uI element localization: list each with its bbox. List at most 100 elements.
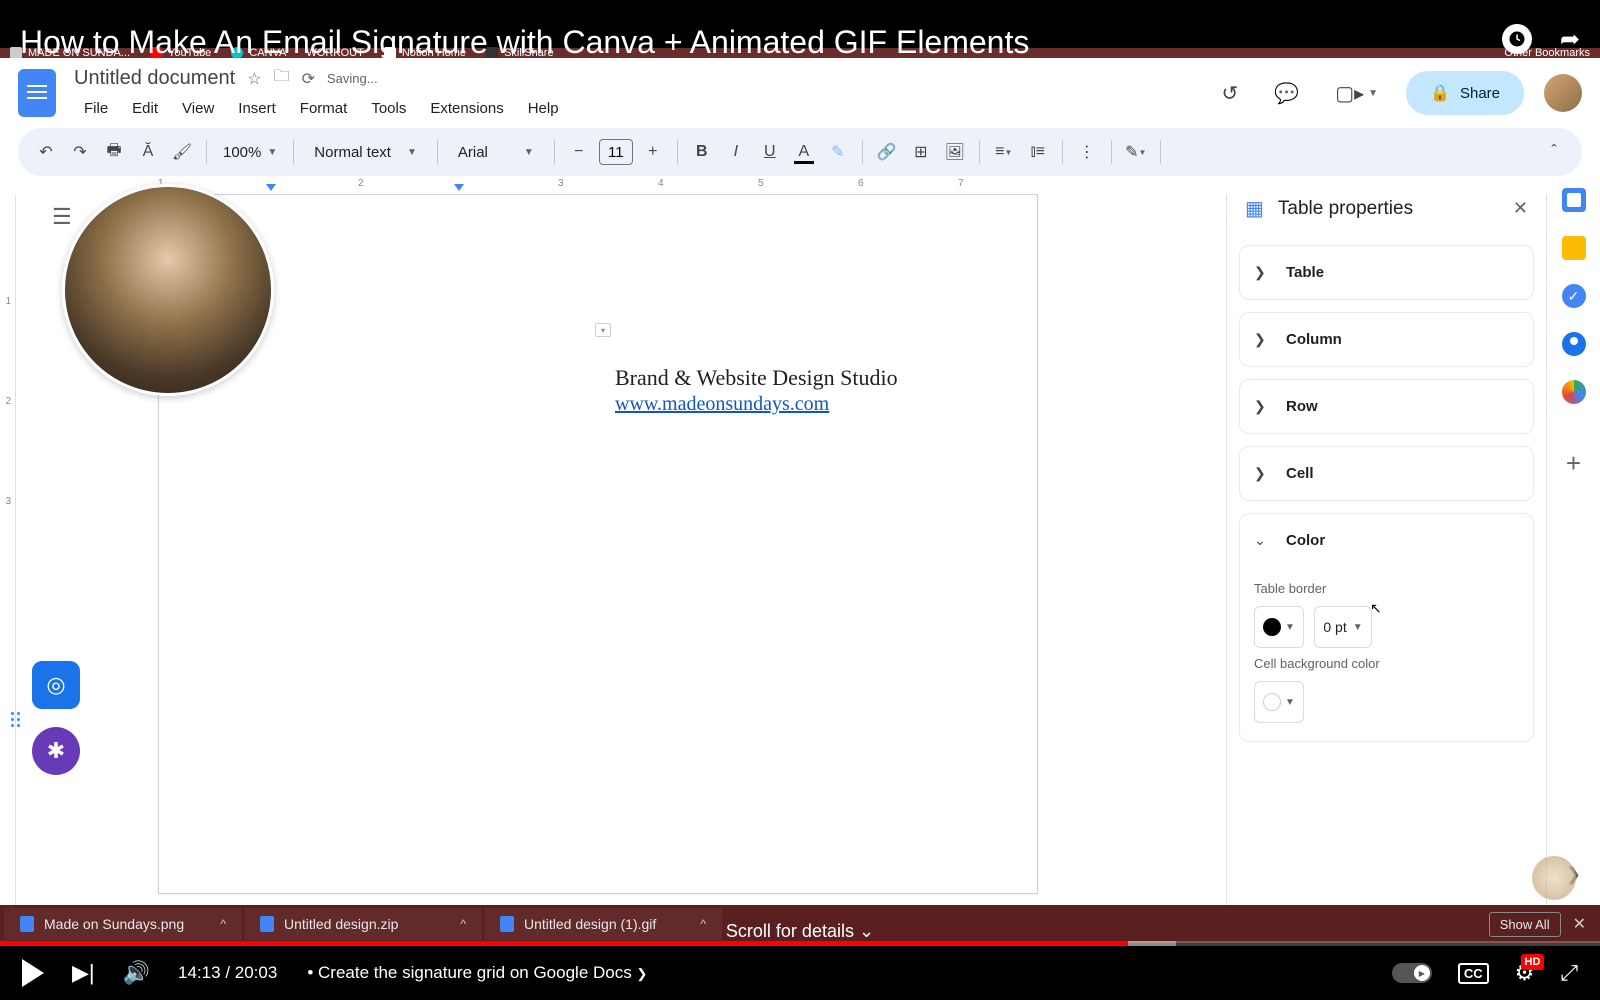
autoplay-toggle[interactable] <box>1392 963 1432 983</box>
decrease-font-button[interactable]: − <box>565 138 593 166</box>
cell-bg-label: Cell background color <box>1254 656 1519 671</box>
docs-logo-icon[interactable] <box>18 69 56 117</box>
download-item[interactable]: Made on Sundays.png^ <box>4 908 242 940</box>
panel-title: Table properties <box>1278 198 1499 220</box>
explore-button[interactable]: ◎ <box>32 661 80 709</box>
increase-font-button[interactable]: + <box>639 138 667 166</box>
signature-link[interactable]: www.madeonsundays.com <box>615 393 829 415</box>
share-icon[interactable]: ➦ <box>1560 25 1580 54</box>
share-button[interactable]: 🔒 Share <box>1406 71 1524 115</box>
contacts-icon[interactable] <box>1562 332 1586 356</box>
menu-file[interactable]: File <box>74 96 118 121</box>
bold-button[interactable]: B <box>688 138 716 166</box>
menu-view[interactable]: View <box>172 96 224 121</box>
drag-handle-icon[interactable] <box>11 712 20 727</box>
editing-mode-button[interactable]: ✎ ▼ <box>1122 138 1150 166</box>
collapse-toolbar-button[interactable]: ˆ <box>1540 138 1568 166</box>
chevron-right-icon: ❯ <box>1254 264 1272 281</box>
paragraph-style-dropdown[interactable]: Normal text ▼ <box>304 144 427 161</box>
insert-image-button[interactable]: 🖼 <box>941 138 969 166</box>
tasks-icon[interactable] <box>1562 284 1586 308</box>
calendar-icon[interactable] <box>1562 188 1586 212</box>
section-table[interactable]: ❯ Table <box>1240 246 1533 299</box>
document-page[interactable]: ▾ Brand & Website Design Studio www.made… <box>158 194 1038 894</box>
comments-icon[interactable]: 💬 <box>1266 73 1307 114</box>
star-icon[interactable]: ☆ <box>247 69 261 89</box>
underline-button[interactable]: U <box>756 138 784 166</box>
outline-toggle-icon[interactable]: ☰ <box>52 204 72 230</box>
close-downloads-bar[interactable]: ✕ <box>1563 914 1596 934</box>
vertical-ruler[interactable]: 1 2 3 <box>0 176 18 905</box>
show-all-downloads[interactable]: Show All <box>1489 912 1561 937</box>
font-dropdown[interactable]: Arial ▼ <box>448 144 544 161</box>
chevron-down-icon: ⌄ <box>859 921 874 941</box>
file-icon <box>500 916 514 932</box>
settings-button[interactable]: ⚙HD <box>1515 960 1535 986</box>
close-panel-button[interactable]: ✕ <box>1513 198 1528 219</box>
history-icon[interactable]: ↺ <box>1214 73 1247 114</box>
cloud-status-icon[interactable]: ⟳ <box>302 69 315 89</box>
lock-icon: 🔒 <box>1430 83 1450 103</box>
share-label: Share <box>1460 85 1500 102</box>
watch-later-icon[interactable] <box>1502 24 1532 54</box>
zoom-dropdown[interactable]: 100% ▼ <box>217 144 283 161</box>
assistant-button[interactable]: ✱ <box>32 727 80 775</box>
section-color[interactable]: ⌄ Color <box>1240 514 1533 567</box>
insert-link-button[interactable]: 🔗 <box>873 138 901 166</box>
redo-button[interactable]: ↷ <box>66 138 94 166</box>
border-color-dropdown[interactable]: ▼ <box>1254 606 1304 648</box>
print-button[interactable]: 🖶 <box>100 138 128 166</box>
italic-button[interactable]: I <box>722 138 750 166</box>
undo-button[interactable]: ↶ <box>32 138 60 166</box>
table-icon: ▦ <box>1245 196 1264 221</box>
border-width-dropdown[interactable]: 0 pt▼ <box>1314 606 1372 648</box>
presenter-webcam <box>62 184 274 396</box>
maps-icon[interactable] <box>1562 380 1586 404</box>
next-button[interactable]: ▶| <box>72 960 95 986</box>
section-column[interactable]: ❯ Column <box>1240 313 1533 366</box>
add-addon-icon[interactable]: + <box>1566 448 1581 479</box>
meet-button[interactable]: ▢▸ ▼ <box>1327 73 1386 114</box>
menu-extensions[interactable]: Extensions <box>420 96 513 121</box>
text-color-button[interactable]: A <box>790 138 818 166</box>
table-properties-panel: ▦ Table properties ✕ ❯ Table ❯ Column ❯ <box>1226 176 1546 905</box>
toolbar: ↶ ↷ 🖶 Ă 🖌 100% ▼ Normal text ▼ Arial ▼ −… <box>18 128 1582 176</box>
line-spacing-button[interactable]: ⫾≡ <box>1024 138 1052 166</box>
chevron-up-icon[interactable]: ^ <box>700 917 706 931</box>
section-row[interactable]: ❯ Row <box>1240 380 1533 433</box>
align-button[interactable]: ≡ ▼ <box>990 138 1018 166</box>
scroll-hint: Scroll for details ⌄ <box>726 921 874 942</box>
side-panel-rail: + ❯ <box>1546 176 1600 905</box>
save-status: Saving... <box>327 71 378 86</box>
download-item[interactable]: Untitled design.zip^ <box>244 908 482 940</box>
user-avatar[interactable] <box>1544 74 1582 112</box>
signature-text[interactable]: Brand & Website Design Studio <box>615 365 898 391</box>
cell-bg-dropdown[interactable]: ▼ <box>1254 681 1304 723</box>
add-comment-button[interactable]: ⊞ <box>907 138 935 166</box>
channel-watermark[interactable] <box>1532 856 1576 900</box>
document-title[interactable]: Untitled document <box>74 67 235 90</box>
font-size-input[interactable]: 11 <box>599 139 633 165</box>
menu-tools[interactable]: Tools <box>361 96 416 121</box>
chevron-up-icon[interactable]: ^ <box>220 917 226 931</box>
table-drag-handle-icon[interactable]: ▾ <box>595 323 611 337</box>
section-cell[interactable]: ❯ Cell <box>1240 447 1533 500</box>
volume-button[interactable]: 🔊 <box>123 960 150 986</box>
exit-fullscreen-button[interactable]: ⤢ <box>1560 960 1578 986</box>
play-button[interactable] <box>22 959 44 987</box>
captions-button[interactable]: CC <box>1458 963 1489 984</box>
menu-insert[interactable]: Insert <box>228 96 286 121</box>
download-item[interactable]: Untitled design (1).gif^ <box>484 908 722 940</box>
highlight-button[interactable]: ✎ <box>824 138 852 166</box>
menu-edit[interactable]: Edit <box>122 96 168 121</box>
more-button[interactable]: ⋮ <box>1073 138 1101 166</box>
keep-icon[interactable] <box>1562 236 1586 260</box>
menu-help[interactable]: Help <box>518 96 569 121</box>
paint-format-button[interactable]: 🖌 <box>168 138 196 166</box>
menu-format[interactable]: Format <box>290 96 358 121</box>
chapter-title[interactable]: • Create the signature grid on Google Do… <box>307 963 647 983</box>
chevron-up-icon[interactable]: ^ <box>460 917 466 931</box>
chevron-right-icon: ❯ <box>1254 331 1272 348</box>
move-icon[interactable]: 🗀 <box>274 65 290 92</box>
spellcheck-button[interactable]: Ă <box>134 138 162 166</box>
